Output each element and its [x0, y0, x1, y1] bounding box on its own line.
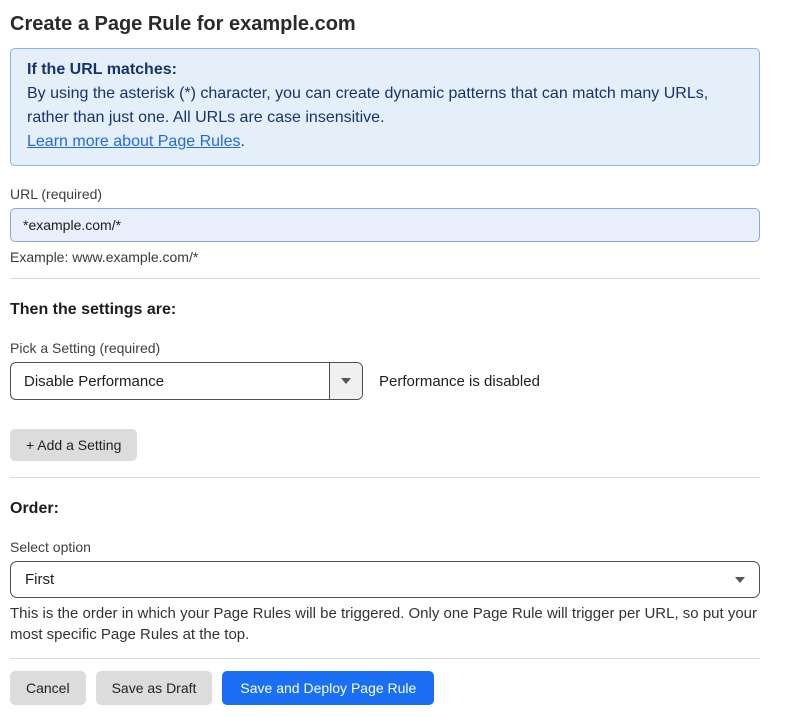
learn-more-page-rules-link[interactable]: Learn more about Page Rules [27, 133, 240, 150]
url-input[interactable] [10, 208, 760, 242]
url-matches-info-box: If the URL matches: By using the asteris… [10, 48, 760, 166]
info-box-link-line: Learn more about Page Rules. [27, 130, 743, 154]
setting-status-text: Performance is disabled [379, 373, 540, 390]
section-divider [10, 278, 760, 279]
order-select-label: Select option [10, 539, 760, 556]
settings-section-heading: Then the settings are: [10, 300, 760, 320]
info-box-heading: If the URL matches: [27, 58, 743, 82]
form-actions: Cancel Save as Draft Save and Deploy Pag… [10, 671, 760, 705]
create-page-rule-form: Create a Page Rule for example.com If th… [10, 12, 760, 705]
section-divider [10, 658, 760, 659]
order-select-value: First [25, 571, 54, 588]
info-box-body: By using the asterisk (*) character, you… [27, 82, 743, 130]
add-setting-button[interactable]: + Add a Setting [10, 429, 137, 461]
chevron-down-icon [735, 577, 745, 583]
order-help-text: This is the order in which your Page Rul… [10, 603, 760, 645]
order-select[interactable]: First [10, 561, 760, 598]
section-divider [10, 477, 760, 478]
url-example-text: Example: www.example.com/* [10, 249, 760, 266]
setting-picker-row: Disable Performance Performance is disab… [10, 362, 760, 400]
chevron-down-icon [341, 378, 351, 384]
link-period: . [240, 133, 244, 150]
order-section-heading: Order: [10, 499, 760, 519]
save-and-deploy-button[interactable]: Save and Deploy Page Rule [222, 671, 434, 705]
setting-dropdown-arrow-button[interactable] [329, 363, 362, 399]
cancel-button[interactable]: Cancel [10, 671, 86, 705]
setting-dropdown-value: Disable Performance [11, 373, 329, 390]
setting-dropdown[interactable]: Disable Performance [10, 362, 363, 400]
page-title: Create a Page Rule for example.com [10, 12, 760, 36]
save-as-draft-button[interactable]: Save as Draft [96, 671, 213, 705]
url-field-label: URL (required) [10, 186, 760, 203]
pick-setting-label: Pick a Setting (required) [10, 340, 760, 357]
